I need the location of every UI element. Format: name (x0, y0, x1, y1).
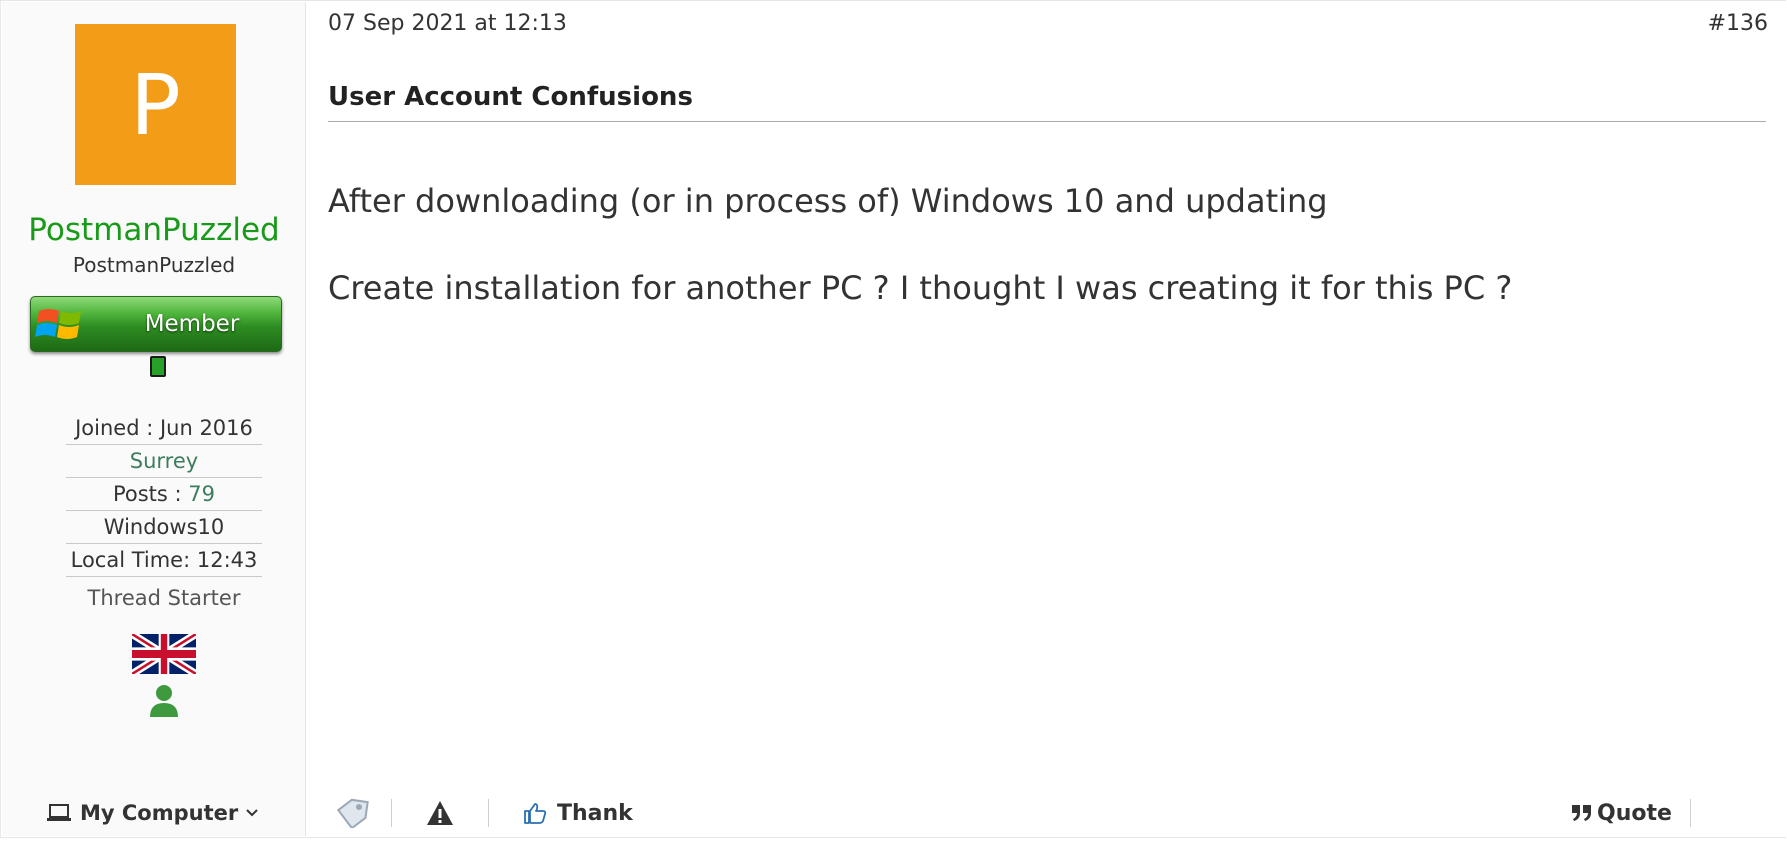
online-status-icon (150, 356, 166, 377)
thank-button[interactable]: Thank (523, 797, 633, 829)
my-computer-label: My Computer (80, 801, 239, 825)
quote-button[interactable]: Quote (1571, 797, 1672, 829)
message-paragraph: Create installation for another PC ? I t… (328, 269, 1513, 307)
rank-badge: Member (30, 296, 282, 352)
forum-post: P PostmanPuzzled PostmanPuzzled Member J… (0, 0, 1786, 838)
user-stats: Joined : Jun 2016 Surrey Posts : 79 Wind… (66, 412, 262, 617)
posts-count-link[interactable]: 79 (188, 482, 215, 506)
post-date: 07 Sep 2021 at 12:13 (328, 11, 567, 36)
uk-flag-icon (132, 634, 196, 674)
post-title: User Account Confusions (328, 77, 1766, 122)
tag-icon (336, 798, 369, 828)
divider (391, 799, 392, 827)
message-paragraph: After downloading (or in process of) Win… (328, 182, 1328, 220)
location-value: Surrey (129, 449, 199, 473)
thank-label: Thank (557, 800, 633, 826)
my-computer-button[interactable]: My Computer (46, 798, 258, 828)
divider (488, 799, 489, 827)
post-message: After downloading (or in process of) Win… (328, 179, 1766, 353)
quote-icon (1572, 805, 1591, 821)
post-content: 07 Sep 2021 at 12:13 #136 User Account C… (328, 1, 1768, 837)
tag-button[interactable] (335, 797, 369, 829)
person-icon[interactable] (149, 684, 179, 718)
post-number-link[interactable]: #136 (1708, 11, 1768, 36)
windows-logo-icon (35, 309, 81, 339)
avatar[interactable]: P (75, 24, 236, 185)
rank-label: Member (144, 311, 240, 337)
post-actions: Thank Quote (328, 797, 1768, 829)
report-button[interactable] (426, 797, 454, 829)
user-os: Windows10 (66, 511, 262, 544)
thread-starter-label: Thread Starter (87, 586, 241, 610)
quote-label: Quote (1597, 800, 1672, 826)
user-title: PostmanPuzzled (72, 253, 236, 277)
divider (1690, 799, 1691, 827)
laptop-icon (47, 804, 71, 821)
warning-icon (427, 801, 453, 825)
joined-date: Joined : Jun 2016 (66, 412, 262, 445)
username-link[interactable]: PostmanPuzzled (2, 210, 306, 250)
chevron-down-icon (246, 809, 258, 817)
thumbs-up-icon (524, 803, 547, 824)
posts-label: Posts : (112, 482, 189, 506)
user-location: Surrey (66, 445, 262, 478)
post-count: Posts : 79 (66, 478, 262, 511)
local-time: Local Time: 12:43 (66, 544, 262, 577)
user-sidebar: P PostmanPuzzled PostmanPuzzled Member J… (2, 2, 306, 836)
